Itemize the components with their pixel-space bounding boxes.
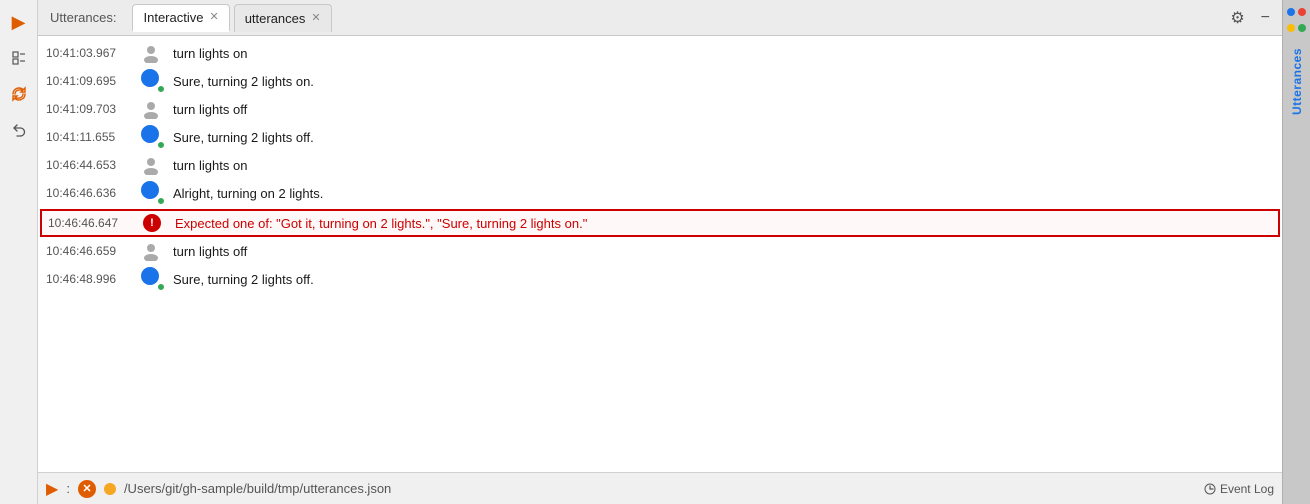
table-row: 10:46:46.659 turn lights off — [38, 238, 1282, 264]
table-row: 10:46:44.653 turn lights on — [38, 152, 1282, 178]
utterance-text: turn lights on — [173, 158, 1270, 173]
utterance-text: turn lights off — [173, 244, 1270, 259]
timestamp: 10:41:09.703 — [46, 102, 141, 116]
error-message: Expected one of: "Got it, turning on 2 l… — [175, 216, 1268, 231]
avatar — [141, 43, 173, 63]
timestamp: 10:46:46.659 — [46, 244, 141, 258]
table-row: 10:41:09.703 turn lights off — [38, 96, 1282, 122]
tab-utterances-close[interactable]: ✕ — [311, 13, 320, 24]
left-sidebar: ▶ — [0, 0, 38, 504]
table-row: 10:46:48.996 Sure, turning 2 lights off. — [38, 264, 1282, 294]
event-log-label: Event Log — [1220, 482, 1274, 496]
status-x-icon: ✕ — [82, 482, 91, 495]
status-play-icon[interactable]: ▶ — [46, 479, 58, 499]
dot-yellow — [1287, 24, 1295, 32]
table-row: 10:46:46.636 Alright, turning on 2 light… — [38, 178, 1282, 208]
timestamp: 10:46:44.653 — [46, 158, 141, 172]
utterances-list: 10:41:03.967 turn lights on 10:41:09.695… — [38, 36, 1282, 472]
tab-bar: Utterances: Interactive ✕ utterances ✕ ⚙… — [38, 0, 1282, 36]
avatar — [141, 125, 173, 149]
status-file-path: /Users/git/gh-sample/build/tmp/utterance… — [124, 481, 391, 496]
sidebar-dots — [1287, 8, 1306, 16]
avatar — [141, 69, 173, 93]
minus-button[interactable]: − — [1257, 7, 1274, 29]
dot-green — [1298, 24, 1306, 32]
utterance-text: Sure, turning 2 lights on. — [173, 74, 1270, 89]
avatar — [141, 267, 173, 291]
refresh-icon[interactable] — [5, 80, 33, 108]
sidebar-utterances-label[interactable]: Utterances — [1290, 48, 1304, 115]
right-sidebar: Utterances — [1282, 0, 1310, 504]
utterances-label: Utterances: — [46, 4, 120, 31]
utterance-text: Sure, turning 2 lights off. — [173, 130, 1270, 145]
status-dot-orange — [104, 483, 116, 495]
status-bar: ▶ : ✕ /Users/git/gh-sample/build/tmp/utt… — [38, 472, 1282, 504]
utterance-text: Alright, turning on 2 lights. — [173, 186, 1270, 201]
error-icon-area: ! — [143, 214, 175, 232]
utterance-text: turn lights off — [173, 102, 1270, 117]
dot-blue — [1287, 8, 1295, 16]
error-icon: ! — [143, 214, 161, 232]
avatar — [141, 241, 173, 261]
table-row: 10:41:09.695 Sure, turning 2 lights on. — [38, 66, 1282, 96]
list-icon[interactable] — [5, 44, 33, 72]
timestamp: 10:46:48.996 — [46, 272, 141, 286]
avatar — [141, 99, 173, 119]
timestamp: 10:41:03.967 — [46, 46, 141, 60]
tab-utterances-label: utterances — [245, 11, 306, 26]
error-row: 10:46:46.647 ! Expected one of: "Got it,… — [40, 209, 1280, 237]
sidebar-dots-2 — [1287, 24, 1306, 32]
gear-button[interactable]: ⚙ — [1226, 6, 1248, 30]
timestamp: 10:46:46.636 — [46, 186, 141, 200]
table-row: 10:41:11.655 Sure, turning 2 lights off. — [38, 122, 1282, 152]
undo-icon[interactable] — [5, 116, 33, 144]
avatar — [141, 181, 173, 205]
utterance-text: turn lights on — [173, 46, 1270, 61]
tab-interactive-label: Interactive — [143, 10, 203, 25]
table-row: 10:41:03.967 turn lights on — [38, 40, 1282, 66]
timestamp: 10:46:46.647 — [48, 216, 143, 230]
main-content: Utterances: Interactive ✕ utterances ✕ ⚙… — [38, 0, 1282, 504]
event-log-button[interactable]: Event Log — [1204, 482, 1274, 496]
play-icon[interactable]: ▶ — [5, 8, 33, 36]
tab-interactive-close[interactable]: ✕ — [209, 12, 218, 23]
timestamp: 10:41:09.695 — [46, 74, 141, 88]
status-error-badge: ✕ — [78, 480, 96, 498]
timestamp: 10:41:11.655 — [46, 130, 141, 144]
dot-red — [1298, 8, 1306, 16]
tab-interactive[interactable]: Interactive ✕ — [132, 4, 229, 32]
avatar — [141, 155, 173, 175]
tab-utterances[interactable]: utterances ✕ — [234, 4, 332, 32]
tab-bar-actions: ⚙ − — [1226, 6, 1274, 30]
utterance-text: Sure, turning 2 lights off. — [173, 272, 1270, 287]
status-colon: : — [66, 481, 70, 496]
